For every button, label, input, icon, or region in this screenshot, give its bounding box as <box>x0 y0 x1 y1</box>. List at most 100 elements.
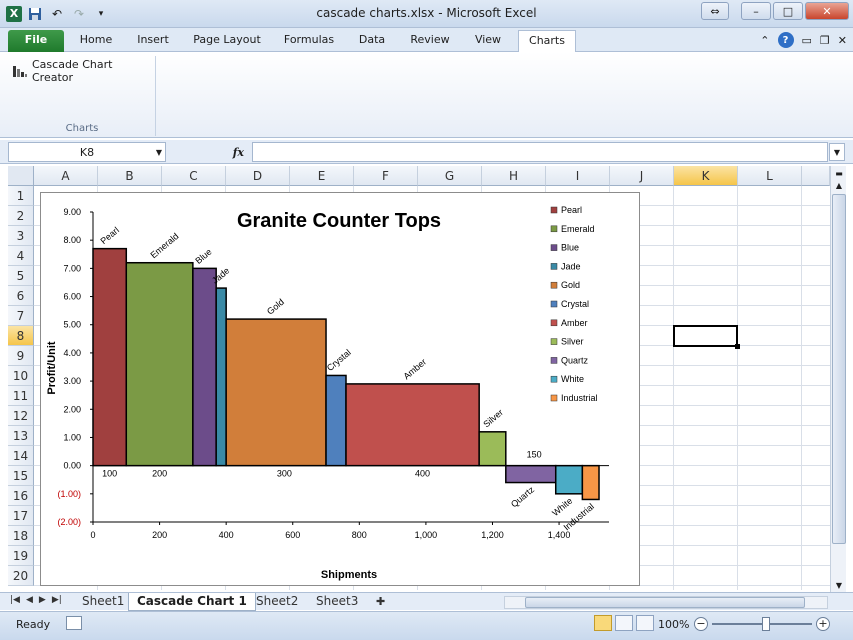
bar-industrial[interactable] <box>581 464 600 501</box>
horizontal-scroll-thumb[interactable] <box>525 597 805 608</box>
column-header-e[interactable]: E <box>290 166 354 186</box>
insert-function-button[interactable]: fx <box>170 142 250 162</box>
column-header-h[interactable]: H <box>482 166 546 186</box>
column-header-d[interactable]: D <box>226 166 290 186</box>
undo-icon[interactable]: ↶ <box>48 5 66 23</box>
tab-page-layout[interactable]: Page Layout <box>190 30 264 52</box>
bar-emerald[interactable] <box>125 261 194 467</box>
select-all-corner[interactable] <box>8 166 34 186</box>
row-header-5[interactable]: 5 <box>8 266 34 286</box>
scroll-up-icon[interactable]: ▲ <box>831 178 847 192</box>
column-header-l[interactable]: L <box>738 166 802 186</box>
bar-quartz[interactable] <box>505 464 557 484</box>
row-header-10[interactable]: 10 <box>8 366 34 386</box>
normal-view-button[interactable] <box>594 615 612 631</box>
bar-white[interactable] <box>554 464 584 495</box>
prev-sheet-icon[interactable]: ◀ <box>26 595 33 605</box>
column-header-b[interactable]: B <box>98 166 162 186</box>
macro-record-icon[interactable] <box>66 616 82 630</box>
chevron-down-icon[interactable]: ▼ <box>156 148 162 157</box>
row-header-11[interactable]: 11 <box>8 386 34 406</box>
horizontal-scrollbar[interactable] <box>504 596 828 609</box>
bar-gold[interactable] <box>225 318 327 467</box>
workbook-minimize-icon[interactable]: ▭ <box>802 34 812 47</box>
zoom-in-icon[interactable]: + <box>816 617 830 631</box>
row-header-12[interactable]: 12 <box>8 406 34 426</box>
help-icon[interactable]: ? <box>777 32 794 48</box>
excel-app-icon[interactable]: X <box>6 5 22 22</box>
cascade-chart-creator-button[interactable]: Cascade Chart Creator <box>8 56 155 86</box>
tab-data[interactable]: Data <box>354 30 390 52</box>
name-box[interactable]: K8 ▼ <box>8 142 166 162</box>
column-header-j[interactable]: J <box>610 166 674 186</box>
row-header-4[interactable]: 4 <box>8 246 34 266</box>
redo-icon[interactable]: ↷ <box>70 5 88 23</box>
page-break-view-button[interactable] <box>636 615 654 631</box>
tab-insert[interactable]: Insert <box>132 30 174 52</box>
page-layout-view-button[interactable] <box>615 615 633 631</box>
tab-formulas[interactable]: Formulas <box>280 30 338 52</box>
row-header-6[interactable]: 6 <box>8 286 34 306</box>
tab-home[interactable]: Home <box>76 30 116 52</box>
workbook-close-icon[interactable]: ✕ <box>838 34 847 47</box>
resize-icon[interactable]: ⇔ <box>701 2 729 20</box>
column-header-i[interactable]: I <box>546 166 610 186</box>
zoom-track[interactable] <box>712 617 812 631</box>
row-header-2[interactable]: 2 <box>8 206 34 226</box>
bar-amber[interactable] <box>345 383 480 467</box>
row-header-1[interactable]: 1 <box>8 186 34 206</box>
row-header-7[interactable]: 7 <box>8 306 34 326</box>
row-header-8[interactable]: 8 <box>8 326 34 346</box>
bar-blue[interactable] <box>192 267 217 467</box>
tab-review[interactable]: Review <box>406 30 454 52</box>
insert-sheet-icon[interactable]: ✚ <box>368 593 393 611</box>
zoom-out-icon[interactable]: − <box>694 617 708 631</box>
bar-crystal[interactable] <box>325 374 347 467</box>
row-header-9[interactable]: 9 <box>8 346 34 366</box>
row-header-20[interactable]: 20 <box>8 566 34 586</box>
row-header-3[interactable]: 3 <box>8 226 34 246</box>
row-header-13[interactable]: 13 <box>8 426 34 446</box>
save-icon[interactable] <box>26 5 44 23</box>
row-header-17[interactable]: 17 <box>8 506 34 526</box>
tab-file[interactable]: File <box>8 30 64 52</box>
column-header-k[interactable]: K <box>674 166 738 186</box>
row-header-18[interactable]: 18 <box>8 526 34 546</box>
column-header-f[interactable]: F <box>354 166 418 186</box>
bar-pearl[interactable] <box>92 247 128 467</box>
column-header-g[interactable]: G <box>418 166 482 186</box>
cascade-chart[interactable]: Granite Counter Tops Profit/Unit Shipmen… <box>40 192 640 586</box>
zoom-knob[interactable] <box>762 617 770 631</box>
formula-input[interactable] <box>252 142 828 162</box>
close-button[interactable]: ✕ <box>805 2 849 20</box>
zoom-slider[interactable]: − + <box>694 617 830 631</box>
workbook-restore-icon[interactable]: ❐ <box>820 34 830 47</box>
customize-toolbar-icon[interactable]: ▾ <box>92 5 110 23</box>
sheet-tab-sheet2[interactable]: Sheet2 <box>248 593 306 611</box>
column-header-c[interactable]: C <box>162 166 226 186</box>
first-sheet-icon[interactable]: |◀ <box>10 595 20 605</box>
sheet-tab-sheet3[interactable]: Sheet3 <box>308 593 366 611</box>
sheet-tab-cascade-chart-1[interactable]: Cascade Chart 1 <box>128 593 256 611</box>
row-header-19[interactable]: 19 <box>8 546 34 566</box>
next-sheet-icon[interactable]: ▶ <box>39 595 46 605</box>
scroll-down-icon[interactable]: ▼ <box>831 578 847 592</box>
tab-view[interactable]: View <box>468 30 508 52</box>
expand-formula-bar-icon[interactable]: ▼ <box>829 143 845 161</box>
row-header-15[interactable]: 15 <box>8 466 34 486</box>
sheet-tab-sheet1[interactable]: Sheet1 <box>74 593 132 611</box>
zoom-level[interactable]: 100% <box>658 618 689 631</box>
bar-silver[interactable] <box>478 431 507 467</box>
selected-cell-k8[interactable] <box>673 325 740 349</box>
last-sheet-icon[interactable]: ▶| <box>52 595 62 605</box>
minimize-ribbon-icon[interactable]: ⌃ <box>760 34 769 47</box>
vertical-scrollbar[interactable]: ▬ ▲ ▼ <box>830 166 846 592</box>
bar-jade[interactable] <box>215 287 227 467</box>
tab-charts[interactable]: Charts <box>518 30 576 52</box>
minimize-button[interactable]: – <box>741 2 771 20</box>
maximize-button[interactable]: □ <box>773 2 803 20</box>
vertical-scroll-thumb[interactable] <box>832 194 846 544</box>
row-header-16[interactable]: 16 <box>8 486 34 506</box>
row-header-14[interactable]: 14 <box>8 446 34 466</box>
column-header-a[interactable]: A <box>34 166 98 186</box>
